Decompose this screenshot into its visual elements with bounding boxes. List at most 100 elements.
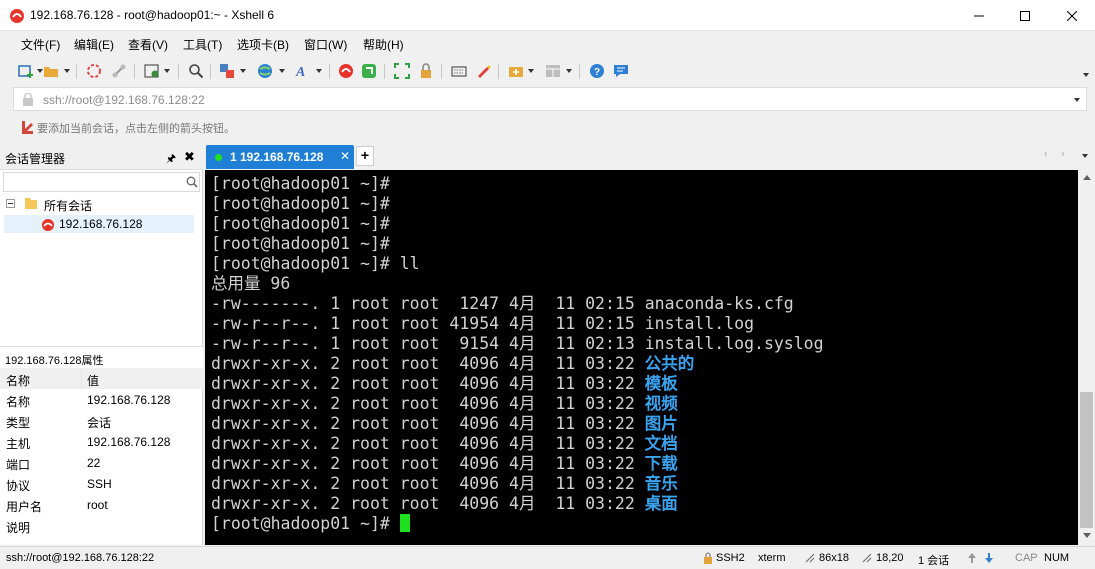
- session-search-input[interactable]: [3, 172, 200, 192]
- terminal-line: [root@hadoop01 ~]# ll: [211, 254, 420, 273]
- cursor-position-icon: [862, 553, 872, 563]
- directory-name: 模板: [644, 374, 678, 393]
- file-meta: drwxr-xr-x. 2 root root 4096 4月 11 03:22: [211, 434, 645, 453]
- compose-dropdown-icon[interactable]: [528, 69, 534, 73]
- menu-edit[interactable]: 编辑(E): [74, 36, 114, 53]
- properties-icon[interactable]: [144, 63, 160, 79]
- address-input[interactable]: ssh://root@192.168.76.128:22: [43, 93, 205, 107]
- compose-icon[interactable]: [508, 63, 524, 79]
- globe-dropdown-icon[interactable]: [279, 69, 285, 73]
- terminal-listing-line: drwxr-xr-x. 2 root root 4096 4月 11 03:22…: [211, 494, 678, 514]
- lock-icon: [704, 552, 712, 564]
- scroll-down-icon[interactable]: [1083, 533, 1091, 538]
- table-row: 协议 SSH: [0, 473, 203, 494]
- fullscreen-icon[interactable]: [394, 63, 410, 79]
- session-manager-title: 会话管理器: [5, 152, 66, 166]
- tab-bar: 1 192.168.76.128 ✕ + ‹ ›: [204, 143, 1095, 169]
- menu-file[interactable]: 文件(F): [21, 36, 60, 53]
- xshell-logo-icon: [10, 9, 24, 23]
- tab-list-dropdown-icon[interactable]: [1082, 154, 1088, 158]
- column-name: 名称: [6, 374, 31, 388]
- arrow-up-icon[interactable]: [967, 552, 977, 564]
- collapse-icon[interactable]: [6, 199, 15, 208]
- session-manager-panel: 会话管理器 🖈 ✖ 所有会话 192.168.76.128 192.168.76…: [0, 143, 203, 545]
- file-name: install.log: [644, 314, 755, 333]
- property-value: 22: [87, 456, 101, 470]
- window-title: 192.168.76.128 - root@hadoop01:~ - Xshel…: [30, 8, 275, 22]
- open-folder-icon[interactable]: [43, 63, 59, 79]
- tab-session-1[interactable]: 1 192.168.76.128 ✕: [206, 145, 354, 169]
- property-value: 192.168.76.128: [87, 393, 171, 407]
- xftp-icon[interactable]: [361, 63, 377, 79]
- tree-item-session[interactable]: 192.168.76.128: [4, 215, 194, 233]
- tab-label: 1 192.168.76.128: [230, 150, 324, 164]
- tree-session-label: 192.168.76.128: [59, 217, 143, 231]
- add-session-arrow-icon[interactable]: [20, 120, 34, 134]
- help-icon[interactable]: ?: [589, 63, 605, 79]
- tree-item-all-sessions[interactable]: 所有会话: [4, 195, 194, 213]
- maximize-button[interactable]: [1002, 0, 1048, 31]
- panel-close-icon[interactable]: ✖: [184, 149, 195, 165]
- transfer-dropdown-icon[interactable]: [240, 69, 246, 73]
- highlight-pen-icon[interactable]: [475, 63, 491, 79]
- property-key: 协议: [6, 479, 31, 493]
- disconnect-icon[interactable]: [111, 63, 127, 79]
- scrollbar-thumb[interactable]: [1080, 392, 1093, 528]
- terminal-listing-line: drwxr-xr-x. 2 root root 4096 4月 11 03:22…: [211, 434, 678, 454]
- menu-view[interactable]: 查看(V): [128, 36, 168, 53]
- tab-prev-icon[interactable]: ‹: [1044, 148, 1048, 160]
- search-icon[interactable]: [186, 176, 198, 188]
- address-dropdown-icon[interactable]: [1074, 98, 1080, 102]
- property-key: 主机: [6, 437, 31, 451]
- arrow-down-icon[interactable]: [984, 552, 994, 564]
- tab-next-icon[interactable]: ›: [1061, 148, 1065, 160]
- keyboard-icon[interactable]: [451, 63, 467, 79]
- status-protocol: SSH2: [716, 552, 745, 564]
- xshell-icon[interactable]: [338, 63, 354, 79]
- terminal-cursor: [399, 514, 410, 532]
- menu-window[interactable]: 窗口(W): [304, 36, 347, 53]
- layout-dropdown-icon[interactable]: [566, 69, 572, 73]
- file-meta: drwxr-xr-x. 2 root root 4096 4月 11 03:22: [211, 494, 645, 513]
- transfer-icon[interactable]: [219, 63, 235, 79]
- table-row: 用户名 root: [0, 494, 203, 515]
- pin-icon[interactable]: 🖈: [166, 150, 176, 169]
- new-tab-button[interactable]: +: [356, 146, 374, 166]
- menu-tabs[interactable]: 选项卡(B): [237, 36, 289, 53]
- status-terminal-type: xterm: [758, 552, 786, 564]
- minimize-button[interactable]: [956, 0, 1002, 31]
- minimize-icon: [974, 15, 984, 16]
- property-key: 用户名: [6, 500, 43, 514]
- directory-name: 公共的: [644, 354, 695, 373]
- chat-icon[interactable]: [613, 63, 629, 79]
- terminal-input-line[interactable]: [root@hadoop01 ~]#: [211, 514, 410, 534]
- new-session-icon[interactable]: [18, 63, 34, 79]
- scroll-up-icon[interactable]: [1083, 175, 1091, 180]
- menu-tools[interactable]: 工具(T): [183, 36, 222, 53]
- layout-icon[interactable]: [545, 63, 561, 79]
- table-row: 类型 会话: [0, 410, 203, 431]
- font-icon[interactable]: A: [295, 63, 311, 79]
- toolbar-separator: [441, 64, 442, 79]
- find-icon[interactable]: [188, 63, 204, 79]
- lock-icon[interactable]: [418, 63, 434, 79]
- toolbar-overflow-icon[interactable]: [1083, 73, 1089, 77]
- terminal-listing-line: drwxr-xr-x. 2 root root 4096 4月 11 03:22…: [211, 354, 694, 374]
- file-meta: drwxr-xr-x. 2 root root 4096 4月 11 03:22: [211, 414, 645, 433]
- font-dropdown-icon[interactable]: [316, 69, 322, 73]
- terminal-scrollbar[interactable]: [1078, 170, 1095, 545]
- menu-help[interactable]: 帮助(H): [363, 36, 404, 53]
- reconnect-icon[interactable]: [86, 63, 102, 79]
- terminal-view[interactable]: [root@hadoop01 ~]# [root@hadoop01 ~]# [r…: [205, 170, 1078, 545]
- address-bar[interactable]: ssh://root@192.168.76.128:22: [13, 87, 1087, 111]
- column-divider[interactable]: [81, 368, 82, 389]
- toolbar-separator: [134, 64, 135, 79]
- terminal-listing-line: -rw-------. 1 root root 1247 4月 11 02:15…: [211, 294, 794, 314]
- terminal-listing-line: drwxr-xr-x. 2 root root 4096 4月 11 03:22…: [211, 414, 678, 434]
- close-button[interactable]: [1049, 0, 1095, 31]
- properties-dropdown-icon[interactable]: [164, 69, 170, 73]
- tab-close-icon[interactable]: ✕: [340, 149, 350, 163]
- globe-icon[interactable]: [257, 63, 273, 79]
- open-dropdown-icon[interactable]: [64, 69, 70, 73]
- svg-text:?: ?: [594, 67, 600, 78]
